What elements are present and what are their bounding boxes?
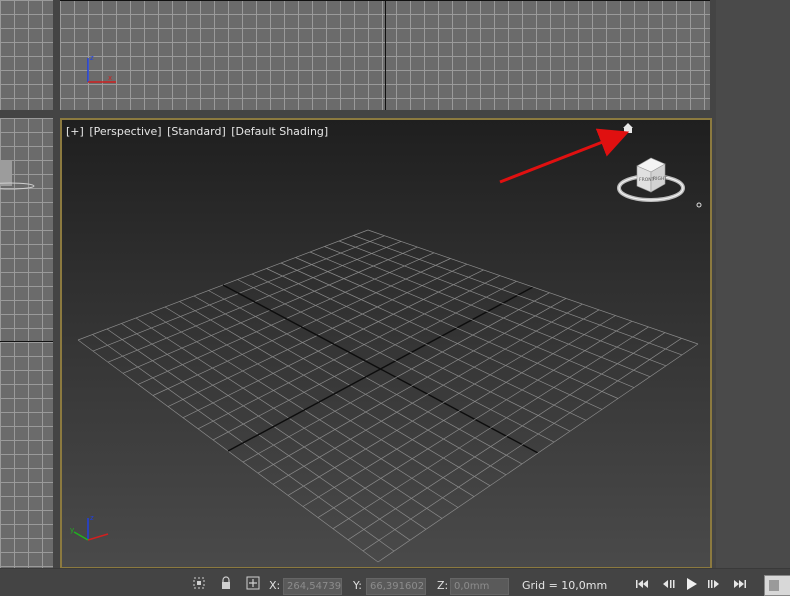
transform-mode-icon[interactable] bbox=[246, 576, 260, 590]
goto-end-icon[interactable] bbox=[732, 577, 748, 591]
command-panel[interactable] bbox=[716, 0, 790, 568]
goto-start-icon[interactable] bbox=[634, 577, 650, 591]
axis-tripod-icon: z x bbox=[87, 54, 116, 83]
y-coord-field[interactable]: 66,391602 bbox=[366, 578, 426, 595]
grid-axis-line bbox=[0, 341, 53, 342]
x-coord-field[interactable]: 264,54739 bbox=[283, 578, 342, 595]
viewport-left[interactable] bbox=[0, 118, 53, 568]
svg-text:y: y bbox=[70, 526, 74, 534]
viewport-top[interactable]: z x bbox=[60, 0, 710, 110]
axis-tripod-icon: z y bbox=[70, 514, 109, 541]
svg-text:x: x bbox=[108, 74, 112, 82]
svg-text:z: z bbox=[90, 514, 94, 522]
z-coord-label: Z: bbox=[437, 579, 449, 592]
play-icon[interactable] bbox=[684, 577, 700, 591]
viewport-perspective[interactable]: [+] [Perspective] [Standard] [Default Sh… bbox=[60, 118, 712, 569]
svg-text:z: z bbox=[90, 54, 94, 62]
orbit-ring-fragment-icon bbox=[0, 182, 35, 190]
x-coord-label: X: bbox=[269, 579, 281, 592]
grid-size-readout: Grid = 10,0mm bbox=[522, 579, 608, 592]
status-bar: X: 264,54739 Y: 66,391602 Z: 0,0mm Grid … bbox=[0, 568, 790, 596]
lock-icon[interactable] bbox=[219, 576, 233, 590]
grid-axis-line bbox=[385, 0, 386, 110]
prev-frame-icon[interactable] bbox=[660, 577, 676, 591]
isolate-icon[interactable] bbox=[192, 576, 206, 590]
next-frame-icon[interactable] bbox=[706, 577, 722, 591]
viewport-top-left[interactable] bbox=[0, 0, 53, 110]
y-coord-label: Y: bbox=[353, 579, 362, 592]
z-coord-field[interactable]: 0,0mm bbox=[450, 578, 509, 595]
home-grid bbox=[77, 229, 699, 563]
